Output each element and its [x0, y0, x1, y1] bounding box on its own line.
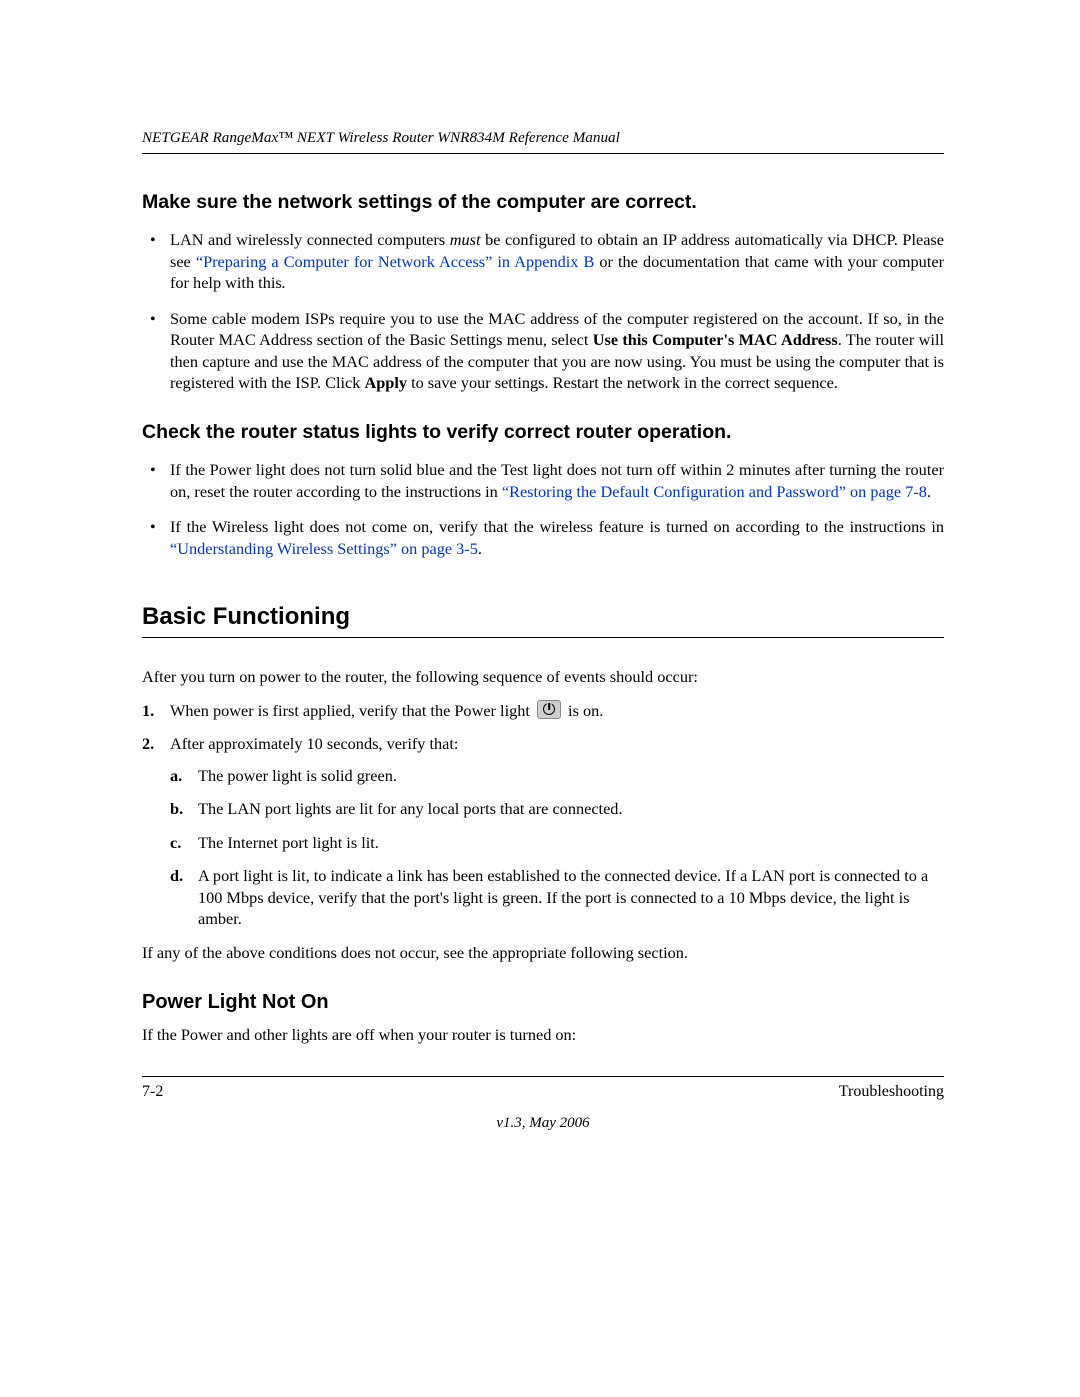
numbered-list: When power is first applied, verify that…: [142, 700, 944, 930]
list-item: The LAN port lights are lit for any loca…: [170, 798, 944, 820]
page-number: 7-2: [142, 1083, 163, 1101]
link-restoring-default[interactable]: “Restoring the Default Configuration and…: [502, 482, 927, 501]
power-icon: [537, 700, 561, 719]
bullet-item: LAN and wirelessly connected computers m…: [142, 229, 944, 294]
bullet-item: If the Power light does not turn solid b…: [142, 459, 944, 502]
bold-text: Apply: [364, 373, 407, 392]
page: NETGEAR RangeMax™ NEXT Wireless Router W…: [0, 0, 1080, 1397]
version-date: v1.3, May 2006: [142, 1115, 944, 1132]
list-item: A port light is lit, to indicate a link …: [170, 865, 944, 930]
bullet-list-1: LAN and wirelessly connected computers m…: [142, 229, 944, 394]
list-item: When power is first applied, verify that…: [142, 700, 944, 722]
text: .: [478, 539, 482, 558]
heading-network-settings: Make sure the network settings of the co…: [142, 190, 944, 215]
list-item: The power light is solid green.: [170, 765, 944, 787]
bullet-item: If the Wireless light does not come on, …: [142, 516, 944, 559]
bold-text: Use this Computer's MAC Address: [593, 330, 838, 349]
heading-power-light-not-on: Power Light Not On: [142, 991, 944, 1014]
power-light-paragraph: If the Power and other lights are off wh…: [142, 1024, 944, 1046]
text: When power is first applied, verify that…: [170, 701, 534, 720]
text: .: [927, 482, 931, 501]
text: to save your settings. Restart the netwo…: [407, 373, 838, 392]
text: .: [282, 273, 286, 292]
link-wireless-settings[interactable]: “Understanding Wireless Settings” on pag…: [170, 539, 478, 558]
heading-basic-functioning: Basic Functioning: [142, 603, 944, 638]
text: If the Wireless light does not come on, …: [170, 517, 944, 536]
list-item: The Internet port light is lit.: [170, 832, 944, 854]
link-appendix-b[interactable]: “Preparing a Computer for Network Access…: [196, 252, 595, 271]
running-header: NETGEAR RangeMax™ NEXT Wireless Router W…: [142, 129, 944, 154]
alpha-list: The power light is solid green. The LAN …: [170, 765, 944, 930]
intro-paragraph: After you turn on power to the router, t…: [142, 666, 944, 688]
text: LAN and wirelessly connected computers: [170, 230, 450, 249]
bullet-list-2: If the Power light does not turn solid b…: [142, 459, 944, 559]
after-paragraph: If any of the above conditions does not …: [142, 942, 944, 964]
bullet-item: Some cable modem ISPs require you to use…: [142, 308, 944, 394]
list-item: After approximately 10 seconds, verify t…: [142, 733, 944, 930]
text: After approximately 10 seconds, verify t…: [170, 734, 458, 753]
chapter-name: Troubleshooting: [839, 1083, 944, 1101]
text: is on.: [564, 701, 603, 720]
italic-text: must: [450, 230, 481, 249]
heading-status-lights: Check the router status lights to verify…: [142, 420, 944, 445]
footer: 7-2 Troubleshooting: [142, 1076, 944, 1101]
